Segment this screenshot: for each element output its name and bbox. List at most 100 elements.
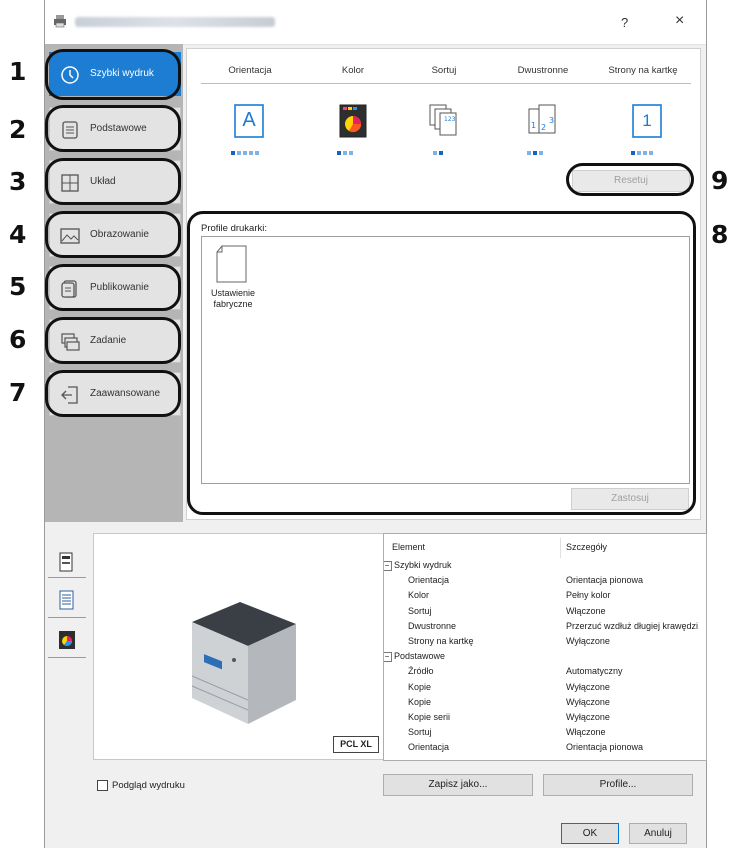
settings-row-element[interactable]: Strony na kartkę <box>408 636 474 648</box>
sidebar-item-imaging[interactable]: Obrazowanie <box>49 213 181 257</box>
callout-8: 8 <box>711 220 729 249</box>
profile-item-factory[interactable]: Ustawienie fabryczne <box>204 288 262 310</box>
settings-group-row[interactable]: Szybki wydruk <box>394 560 452 572</box>
sidebar-item-advanced[interactable]: Zaawansowane <box>49 372 181 416</box>
sidebar-item-publishing[interactable]: Publikowanie <box>49 266 181 310</box>
svg-text:123: 123 <box>444 116 456 123</box>
column-header-element: Element <box>392 542 426 552</box>
help-button[interactable]: ? <box>621 15 628 30</box>
settings-row-value: Orientacja pionowa <box>566 742 644 753</box>
orientation-icon[interactable]: A <box>233 103 265 139</box>
pages-per-sheet-icon[interactable]: 1 <box>631 103 663 139</box>
ok-button[interactable]: OK <box>561 823 619 844</box>
category-sidebar: Szybki wydruk Podstawowe Układ Obrazowan… <box>45 44 183 522</box>
settings-row-value: Automatyczny <box>566 666 623 677</box>
profile-document-icon <box>216 245 247 283</box>
settings-row-value: Wyłączone <box>566 696 610 707</box>
callout-9: 9 <box>711 166 729 195</box>
svg-text:1: 1 <box>531 121 536 130</box>
color-icon[interactable] <box>337 103 369 139</box>
settings-row-element[interactable]: Sortuj <box>408 727 432 739</box>
collate-icon[interactable]: 123 <box>427 103 459 139</box>
settings-row-element[interactable]: Kolor <box>408 590 429 602</box>
preview-tabs <box>45 533 89 663</box>
callout-4: 4 <box>9 220 27 249</box>
reset-button[interactable]: Resetuj <box>572 170 690 192</box>
image-icon <box>60 228 80 244</box>
callout-3: 3 <box>9 167 27 196</box>
settings-row-element[interactable]: Orientacja <box>408 742 449 754</box>
settings-row-element[interactable]: Źródło <box>408 666 434 678</box>
print-preferences-window: ? × Szybki wydruk Podstawowe Układ Obraz… <box>44 0 707 848</box>
pages-per-sheet-value-dots[interactable] <box>631 147 691 155</box>
collapse-toggle-icon[interactable]: − <box>384 561 392 571</box>
color-value-dots[interactable] <box>337 147 397 155</box>
duplex-value-dots[interactable] <box>527 147 587 155</box>
collapse-toggle-icon[interactable]: − <box>384 652 392 663</box>
callout-1: 1 <box>9 57 27 86</box>
layout-grid-icon <box>61 174 79 192</box>
callout-7: 7 <box>9 378 27 407</box>
settings-row-value: Wyłączone <box>566 636 610 646</box>
document-icon <box>62 121 78 139</box>
printer-icon <box>54 15 66 28</box>
title-bar: ? × <box>45 0 706 45</box>
settings-group-row[interactable]: Podstawowe <box>394 651 445 663</box>
pcl-xl-badge: PCL XL <box>333 736 379 753</box>
page-view-tab-icon[interactable] <box>57 589 77 611</box>
header-divider <box>201 83 691 84</box>
option-label-duplex: Dwustronne <box>517 65 569 76</box>
profile-button[interactable]: Profile... <box>543 774 693 796</box>
sidebar-item-label: Podstawowe <box>90 123 147 134</box>
svg-text:3: 3 <box>549 116 554 125</box>
printer-illustration <box>191 602 296 724</box>
settings-row-value: Pełny kolor <box>566 590 611 601</box>
cancel-button[interactable]: Anuluj <box>629 823 687 844</box>
sidebar-item-basic[interactable]: Podstawowe <box>49 107 181 151</box>
sidebar-item-label: Zaawansowane <box>90 388 161 399</box>
sidebar-item-label: Publikowanie <box>90 282 149 293</box>
sidebar-item-layout[interactable]: Układ <box>49 160 181 204</box>
svg-text:2: 2 <box>541 123 546 132</box>
duplex-icon[interactable]: 1 23 <box>527 103 567 139</box>
printer-profiles-list[interactable]: Ustawienie fabryczne <box>201 236 690 484</box>
option-label-orientation: Orientacja <box>228 65 272 76</box>
option-label-collate: Sortuj <box>431 65 457 76</box>
settings-summary-table[interactable]: Element Szczegóły Szybki wydruk − Orientac… <box>383 533 707 761</box>
callout-6: 6 <box>9 325 27 354</box>
settings-row-element[interactable]: Kopie <box>408 697 431 709</box>
settings-row-value: Wyłączone <box>566 681 610 692</box>
clock-icon <box>61 66 79 84</box>
sidebar-item-quick-print[interactable]: Szybki wydruk <box>49 52 181 96</box>
option-label-color: Kolor <box>341 65 365 76</box>
settings-row-element[interactable]: Kopie serii <box>408 712 450 724</box>
sidebar-item-label: Obrazowanie <box>90 229 149 240</box>
color-view-tab-icon[interactable] <box>57 629 77 651</box>
collate-value-dots[interactable] <box>433 147 493 155</box>
settings-row-value: Włączone <box>566 605 606 616</box>
callout-2: 2 <box>9 115 27 144</box>
printer-view-tab-icon[interactable] <box>57 551 77 573</box>
sidebar-item-job[interactable]: Zadanie <box>49 319 181 363</box>
settings-row-element[interactable]: Kopie <box>408 682 431 694</box>
settings-row-element[interactable]: Sortuj <box>408 606 432 618</box>
save-as-button[interactable]: Zapisz jako... <box>383 774 533 796</box>
close-button[interactable]: × <box>675 12 684 30</box>
advanced-icon <box>61 386 78 404</box>
sidebar-item-label: Układ <box>90 176 116 187</box>
option-label-pages-per-sheet: Strony na kartkę <box>608 65 678 76</box>
sidebar-item-label: Zadanie <box>90 335 127 346</box>
settings-row-element[interactable]: Dwustronne <box>408 621 456 633</box>
booklet-icon <box>61 280 77 298</box>
job-stack-icon <box>61 333 80 351</box>
print-preview-checkbox[interactable] <box>97 780 108 791</box>
printer-preview: PCL XL <box>93 533 391 760</box>
settings-row-value: Wyłączone <box>566 712 610 722</box>
window-title-blurred <box>75 17 275 27</box>
orientation-value-dots[interactable] <box>231 147 291 155</box>
settings-row-value: Przerzuć wzdłuż długiej krawędzi <box>566 620 699 631</box>
sidebar-item-label: Szybki wydruk <box>90 68 154 79</box>
apply-button[interactable]: Zastosuj <box>571 488 689 510</box>
settings-row-value: Włączone <box>566 727 606 738</box>
settings-row-element[interactable]: Orientacja <box>408 575 449 587</box>
